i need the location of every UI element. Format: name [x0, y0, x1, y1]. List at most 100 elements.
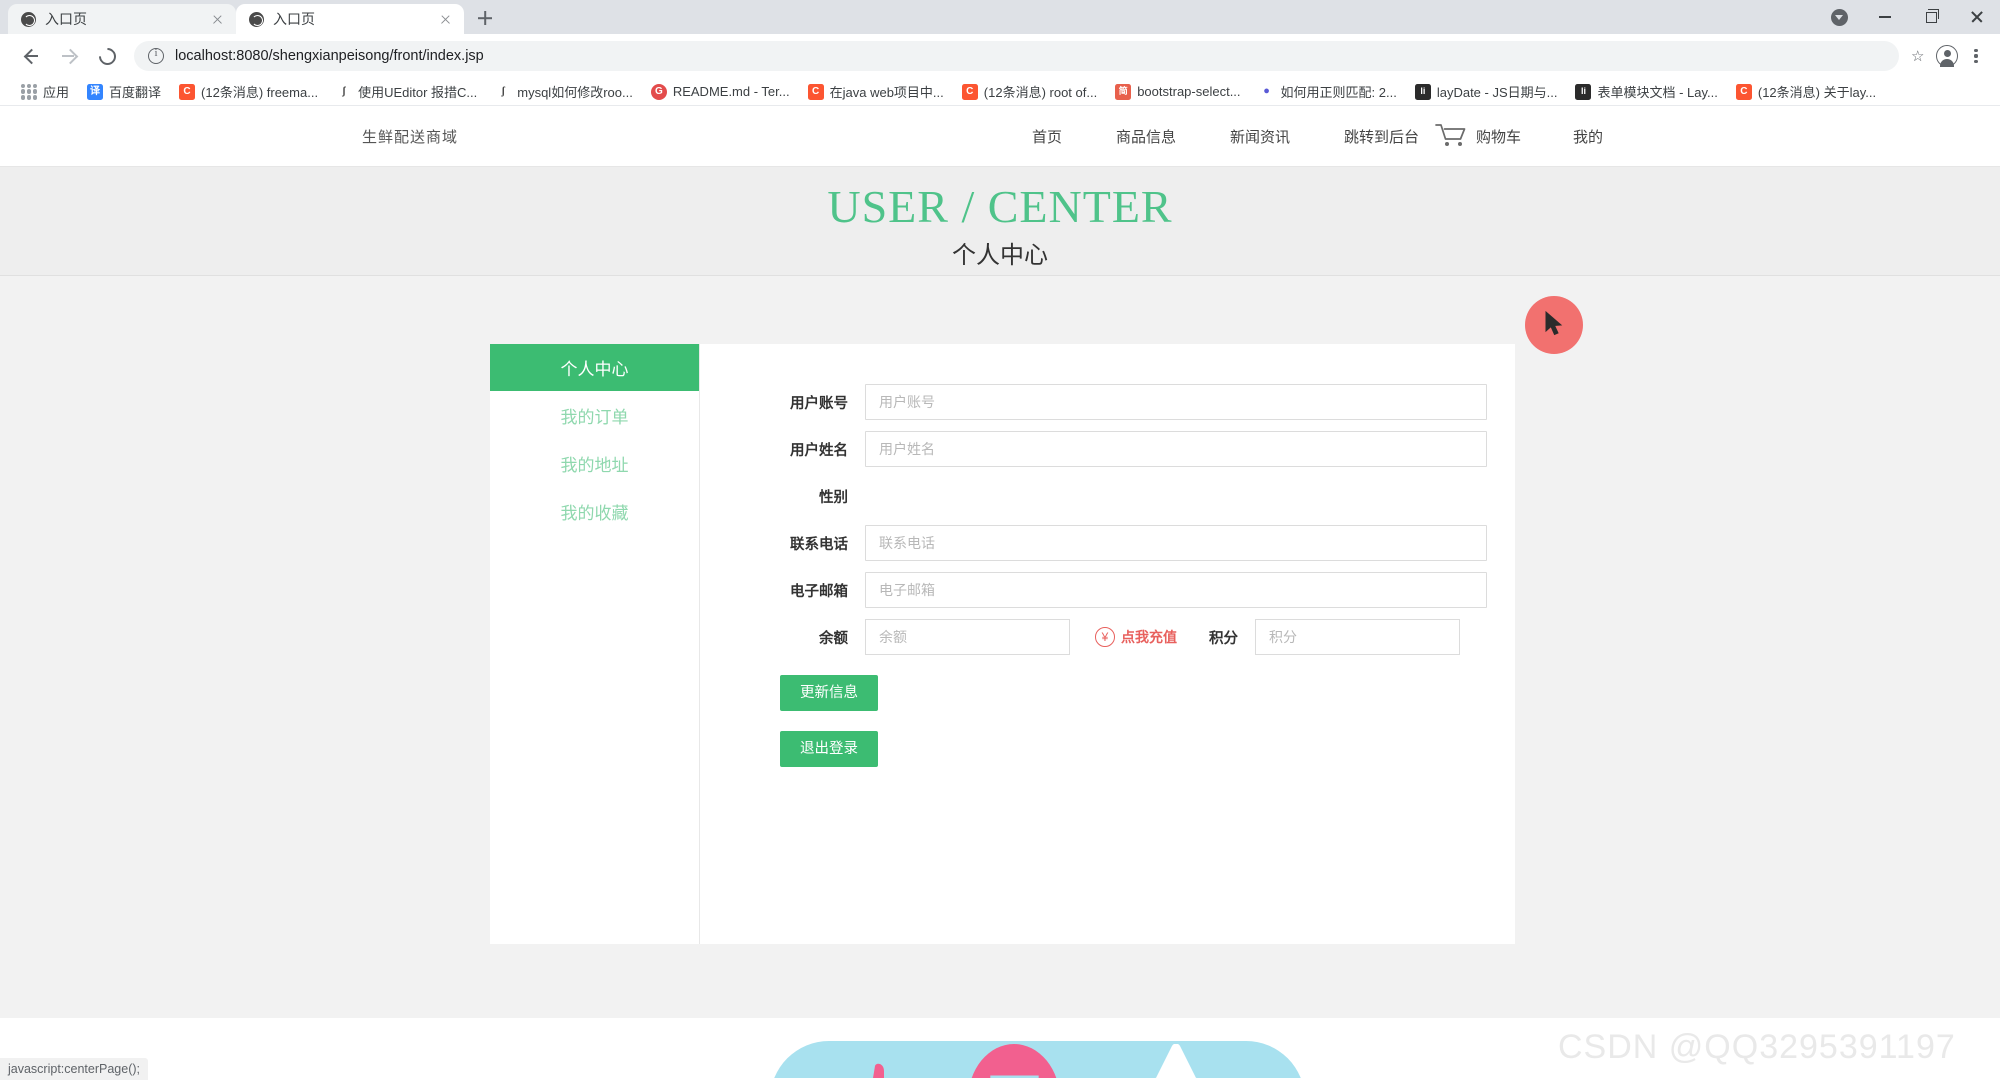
bookmark-item[interactable]: li 表单模块文档 - Lay...: [1566, 80, 1726, 104]
bookmarks-bar: 应用 译百度翻译 C (12条消息) freema... ʃ 使用UEditor 报…: [0, 78, 2000, 106]
cart-link[interactable]: 购物车: [1435, 123, 1521, 149]
sidebar-item-user-center[interactable]: 个人中心: [490, 344, 699, 391]
email-input[interactable]: [865, 572, 1487, 608]
close-window-button[interactable]: [1954, 0, 2000, 34]
tab-favicon: [21, 11, 36, 27]
bookmark-apps[interactable]: 应用: [12, 80, 78, 104]
balance-input[interactable]: [865, 619, 1070, 655]
form-row-name: 用户姓名: [780, 431, 1487, 467]
form-row-phone: 联系电话: [780, 525, 1487, 561]
close-icon[interactable]: [209, 11, 226, 28]
name-input[interactable]: [865, 431, 1487, 467]
status-bar: javascript:centerPage();: [0, 1058, 149, 1080]
nav-item-home[interactable]: 首页: [1005, 126, 1089, 147]
maximize-button[interactable]: [1908, 0, 1954, 34]
new-tab-button[interactable]: [470, 3, 500, 33]
oval-glyph: 不: [986, 1072, 1042, 1079]
cart-label: 购物车: [1476, 128, 1522, 146]
maximize-icon: [1925, 8, 1939, 23]
bookmark-label: (12条消息) freema...: [201, 85, 319, 100]
profile-menu-button[interactable]: [1816, 0, 1862, 34]
bookmark-favicon: ʃ: [495, 83, 512, 100]
bookmark-item[interactable]: C (12条消息) root of...: [953, 80, 1106, 104]
mouse-cursor-icon: [1545, 311, 1563, 336]
star-icon[interactable]: [1117, 1044, 1235, 1078]
recharge-link[interactable]: ¥ 点我充值: [1095, 627, 1177, 647]
bookmark-label: README.md - Ter...: [672, 84, 790, 99]
social-action-bar: 不: [770, 1041, 1305, 1078]
profile-avatar-icon[interactable]: [1936, 45, 1958, 67]
tab-strip: 入口页 入口页: [0, 0, 2000, 34]
bookmark-label: (12条消息) 关于lay...: [1757, 85, 1877, 100]
nav-item-mine[interactable]: 我的: [1573, 126, 1603, 147]
bookmark-star-icon[interactable]: ☆: [1911, 48, 1928, 65]
browser-tab-2[interactable]: 入口页: [236, 4, 464, 34]
site-info-icon[interactable]: [148, 47, 164, 64]
site-brand[interactable]: 生鲜配送商域: [362, 126, 458, 147]
bookmark-favicon: C: [961, 83, 978, 100]
shopping-cart-icon: [1435, 124, 1466, 146]
address-bar[interactable]: localhost:8080/shengxianpeisong/front/in…: [134, 41, 1899, 71]
thumbs-up-icon[interactable]: [840, 1062, 912, 1078]
site-header: 生鲜配送商域 首页 商品信息 新闻资讯 跳转到后台 购物车 我的: [0, 106, 2000, 166]
address-bar-url: localhost:8080/shengxianpeisong/front/in…: [175, 48, 484, 64]
side-menu: 个人中心 我的订单 我的地址 我的收藏: [490, 344, 700, 944]
bookmark-label: 如何用正则匹配: 2...: [1280, 85, 1397, 100]
bookmark-favicon: li: [1575, 83, 1592, 100]
tab-title: 入口页: [45, 11, 87, 27]
tab-favicon: [249, 11, 264, 27]
content-area: 个人中心 我的订单 我的地址 我的收藏 用户账号 用户姓名 性别: [0, 276, 2000, 1018]
arrow-right-icon: [61, 48, 77, 64]
back-button[interactable]: [14, 39, 48, 73]
apps-grid-icon: [21, 83, 37, 100]
bicycle-oval-icon[interactable]: 不: [968, 1044, 1061, 1079]
phone-input[interactable]: [865, 525, 1487, 561]
logout-button[interactable]: 退出登录: [780, 731, 878, 767]
yen-icon: ¥: [1095, 627, 1115, 647]
bookmark-item[interactable]: C (12条消息) freema...: [170, 80, 327, 104]
sidebar-item-my-orders[interactable]: 我的订单: [490, 392, 699, 439]
window-controls: [1816, 0, 2000, 34]
bookmark-label: 表单模块文档 - Lay...: [1597, 85, 1718, 100]
bookmark-label: 百度翻译: [109, 85, 162, 100]
sidebar-item-my-favorites[interactable]: 我的收藏: [490, 488, 699, 535]
bookmark-item[interactable]: ʃ mysql如何修改roo...: [486, 80, 642, 104]
nav-item-admin[interactable]: 跳转到后台: [1317, 126, 1446, 147]
arrow-left-icon: [23, 48, 39, 64]
bookmark-favicon: 简: [1115, 83, 1132, 100]
bookmark-item[interactable]: C 在java web项目中...: [799, 80, 953, 104]
web-page: 生鲜配送商域 首页 商品信息 新闻资讯 跳转到后台 购物车 我的 USER / …: [0, 106, 2000, 1078]
bookmark-label: 在java web项目中...: [829, 85, 944, 100]
chrome-menu-icon[interactable]: [1966, 46, 1986, 66]
sidebar-item-my-address[interactable]: 我的地址: [490, 440, 699, 487]
label-name: 用户姓名: [790, 442, 848, 459]
bookmark-item[interactable]: li layDate - JS日期与...: [1406, 80, 1567, 104]
minimize-button[interactable]: [1862, 0, 1908, 34]
bookmark-item[interactable]: C (12条消息) 关于lay...: [1727, 80, 1885, 104]
bookmark-item[interactable]: ● 如何用正则匹配: 2...: [1250, 80, 1406, 104]
forward-button[interactable]: [52, 39, 86, 73]
account-input[interactable]: [865, 384, 1487, 420]
form-row-account: 用户账号: [780, 384, 1487, 420]
points-input[interactable]: [1255, 619, 1460, 655]
label-points: 积分: [1209, 630, 1238, 647]
bookmark-favicon: 译: [87, 83, 104, 100]
bookmark-favicon: C: [1735, 83, 1752, 100]
browser-tab-1[interactable]: 入口页: [8, 4, 236, 34]
label-account: 用户账号: [790, 395, 848, 412]
page-hero: USER / CENTER 个人中心: [0, 166, 2000, 276]
bookmark-item[interactable]: 译百度翻译: [78, 80, 170, 104]
bookmark-favicon: C: [807, 83, 824, 100]
bookmark-favicon: G: [650, 83, 667, 100]
close-icon: [1970, 10, 1984, 24]
update-info-button[interactable]: 更新信息: [780, 675, 878, 711]
bookmark-item[interactable]: 简 bootstrap-select...: [1106, 80, 1249, 104]
close-icon[interactable]: [437, 11, 454, 28]
nav-item-news[interactable]: 新闻资讯: [1203, 126, 1317, 147]
bookmark-item[interactable]: G README.md - Ter...: [642, 80, 799, 104]
nav-item-products[interactable]: 商品信息: [1089, 126, 1203, 147]
profile-form: 用户账号 用户姓名 性别 联系电话: [700, 344, 1515, 944]
bookmark-item[interactable]: ʃ 使用UEditor 报措C...: [327, 80, 486, 104]
tab-title: 入口页: [273, 11, 315, 27]
reload-button[interactable]: [90, 39, 124, 73]
